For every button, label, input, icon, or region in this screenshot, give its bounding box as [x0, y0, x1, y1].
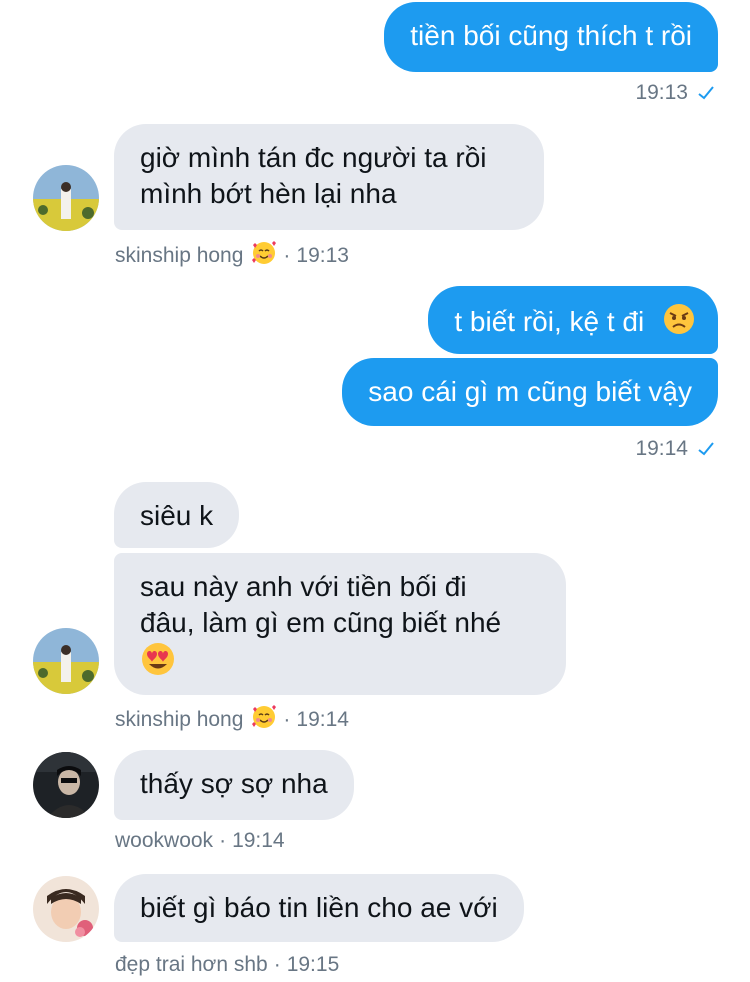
timestamp: 19:13 — [296, 244, 349, 267]
message-meta: wookwook · 19:14 — [115, 829, 285, 853]
avatar[interactable] — [33, 876, 99, 942]
timestamp: 19:14 — [296, 708, 349, 731]
message-meta: 19:13 — [635, 80, 714, 106]
avatar[interactable] — [33, 165, 99, 231]
sender-name: wookwook — [115, 829, 214, 852]
timestamp: 19:14 — [635, 437, 688, 460]
message-text: siêu k — [140, 500, 214, 531]
chat-thread: tiền bối cũng thích t rồi 19:13 giờ mình… — [0, 0, 750, 982]
incoming-message[interactable]: sau này anh với tiền bối đi đâu, làm gì … — [114, 553, 566, 695]
separator-dot: · — [219, 829, 227, 852]
check-icon — [698, 436, 714, 462]
message-meta: đẹp trai hơn shb · 19:15 — [115, 953, 339, 977]
timestamp: 19:14 — [232, 829, 285, 852]
separator-dot: · — [283, 708, 291, 731]
sender-name: đẹp trai hơn shb — [115, 953, 268, 976]
message-meta: skinship hong · 19:14 — [115, 704, 349, 736]
message-text-line: giờ mình tán đc người ta rồi — [140, 142, 487, 173]
separator-dot: · — [273, 953, 281, 976]
outgoing-message[interactable]: sao cái gì m cũng biết vậy — [342, 358, 718, 426]
incoming-message[interactable]: thấy sợ sợ nha — [114, 750, 354, 820]
message-text: sao cái gì m cũng biết vậy — [368, 376, 692, 407]
message-meta: 19:14 — [635, 436, 714, 462]
sender-name: skinship hong — [115, 708, 244, 731]
heart-eyes-face-icon — [140, 641, 176, 686]
sender-name: skinship hong — [115, 244, 244, 267]
timestamp: 19:13 — [635, 81, 688, 104]
outgoing-message[interactable]: t biết rồi, kệ t đi — [428, 286, 718, 354]
message-text-line: đâu, làm gì em cũng biết nhé — [140, 607, 502, 638]
message-text: thấy sợ sợ nha — [140, 768, 328, 799]
avatar[interactable] — [33, 752, 99, 818]
angry-face-icon — [662, 302, 696, 345]
message-emoji-line — [140, 641, 540, 677]
message-meta: skinship hong · 19:13 — [115, 240, 349, 272]
avatar[interactable] — [33, 628, 99, 694]
message-text-line: sau này anh với tiền bối đi — [140, 571, 467, 602]
smiling-face-with-hearts-icon — [251, 240, 277, 272]
message-text: t biết rồi, kệ t đi — [454, 305, 645, 337]
incoming-message[interactable]: biết gì báo tin liền cho ae với — [114, 874, 524, 942]
incoming-message[interactable]: siêu k — [114, 482, 240, 548]
smiling-face-with-hearts-icon — [251, 704, 277, 736]
timestamp: 19:15 — [286, 953, 340, 976]
outgoing-message[interactable]: tiền bối cũng thích t rồi — [384, 2, 718, 72]
message-text: tiền bối cũng thích t rồi — [410, 20, 692, 51]
incoming-message[interactable]: giờ mình tán đc người ta rồi mình bớt hè… — [114, 124, 544, 230]
message-text-line: mình bớt hèn lại nha — [140, 178, 397, 209]
separator-dot: · — [283, 244, 291, 267]
check-icon — [698, 80, 714, 106]
message-text: biết gì báo tin liền cho ae với — [140, 892, 498, 923]
